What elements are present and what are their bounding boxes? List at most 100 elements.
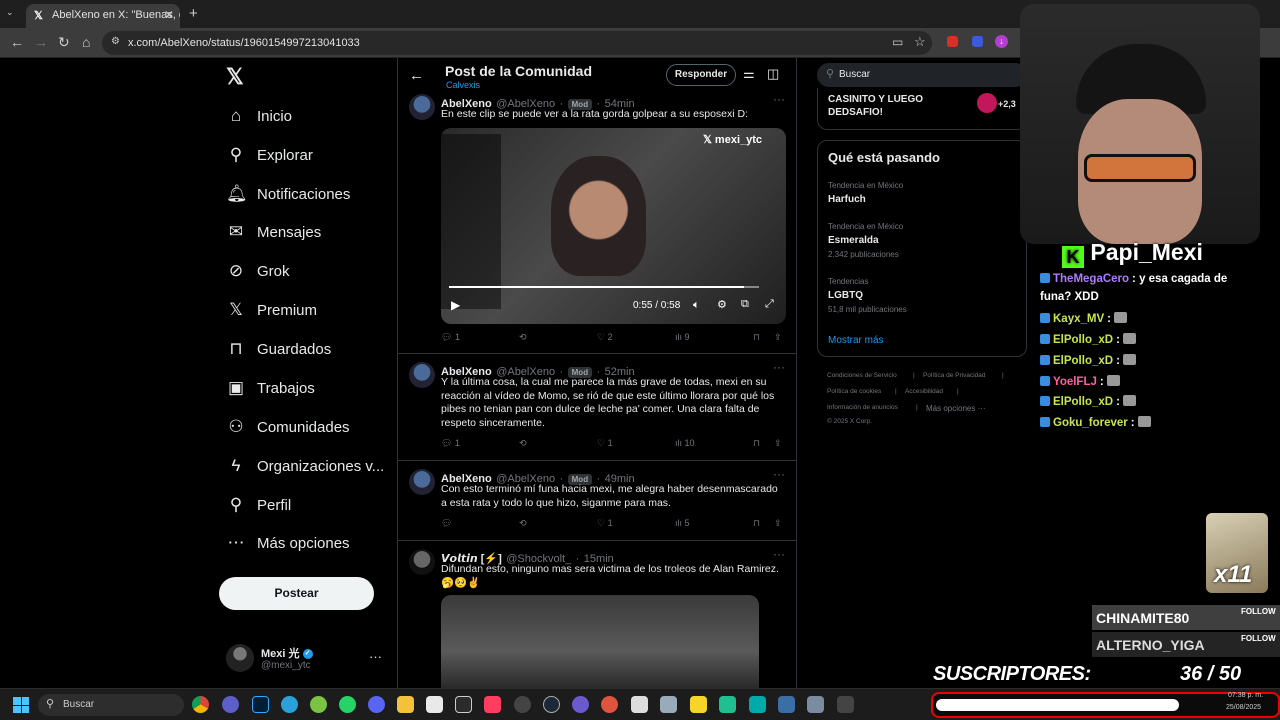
- volume-icon[interactable]: 🔈︎: [693, 299, 700, 312]
- taskbar-app-icon[interactable]: [514, 696, 531, 713]
- home-button-icon[interactable]: ⌂: [82, 34, 90, 50]
- taskbar-app-icon[interactable]: [631, 696, 648, 713]
- reload-icon[interactable]: ↻: [58, 34, 70, 51]
- chat-username[interactable]: TheMegaCero: [1053, 273, 1129, 285]
- footer-accessibility[interactable]: Accesibilidad: [905, 388, 943, 395]
- chat-username[interactable]: ElPollo_xD: [1053, 396, 1113, 408]
- bookmark-action[interactable]: ⊓: [753, 518, 760, 529]
- post-media-image[interactable]: [441, 595, 759, 688]
- photoshop-icon[interactable]: [252, 696, 269, 713]
- chat-username[interactable]: ElPollo_xD: [1053, 355, 1113, 367]
- taskbar-app-icon[interactable]: [222, 696, 239, 713]
- reply-action[interactable]: 💬︎: [441, 518, 452, 529]
- views-action[interactable]: ılı 5: [675, 518, 690, 528]
- bookmark-star-icon[interactable]: ☆: [914, 34, 926, 50]
- taskbar-app-icon[interactable]: [660, 696, 677, 713]
- telegram-icon[interactable]: [281, 696, 298, 713]
- close-tab-icon[interactable]: ✕: [164, 8, 174, 22]
- taskbar-app-icon[interactable]: [484, 696, 501, 713]
- show-more-link[interactable]: Mostrar más: [828, 335, 884, 346]
- x-logo-icon[interactable]: 𝕏: [226, 64, 244, 90]
- discord-icon[interactable]: [368, 696, 385, 713]
- author-avatar[interactable]: [409, 549, 435, 575]
- taskbar-app-icon[interactable]: [749, 696, 766, 713]
- taskbar-app-icon[interactable]: [837, 696, 854, 713]
- taskbar-app-icon[interactable]: [426, 696, 443, 713]
- play-icon[interactable]: ▶: [451, 298, 460, 312]
- bookmark-action[interactable]: ⊓: [753, 438, 760, 449]
- post-more-icon[interactable]: ···: [773, 92, 785, 106]
- chat-username[interactable]: Goku_forever: [1053, 417, 1128, 429]
- columns-icon[interactable]: ◫: [767, 66, 779, 82]
- whatsapp-icon[interactable]: [339, 696, 356, 713]
- share-action[interactable]: ⇪: [774, 332, 782, 343]
- pip-icon[interactable]: ⧉: [741, 298, 749, 311]
- post-item[interactable]: AbelXeno @AbelXeno · Mod · 52min ··· Y l…: [398, 354, 796, 461]
- community-link[interactable]: Calvexis: [446, 80, 480, 90]
- promo-card[interactable]: CASINITO Y LUEGO DEDSAFIO! +2,3: [817, 88, 1027, 130]
- post-item[interactable]: AbelXeno @AbelXeno · Mod · 49min ··· Con…: [398, 461, 796, 541]
- footer-terms[interactable]: Condiciones de Servicio: [827, 372, 897, 379]
- video-progress-track[interactable]: [449, 286, 759, 288]
- footer-more[interactable]: Más opciones ···: [926, 404, 986, 413]
- post-more-icon[interactable]: ···: [773, 467, 785, 481]
- install-app-icon[interactable]: ▭: [892, 35, 903, 49]
- footer-ads[interactable]: Información de anuncios: [827, 404, 898, 411]
- reply-action[interactable]: 💬︎ 1: [441, 332, 460, 343]
- reply-action[interactable]: 💬︎ 1: [441, 438, 460, 449]
- extension-blue-icon[interactable]: [972, 36, 983, 47]
- search-box[interactable]: ⚲ Buscar: [817, 63, 1027, 87]
- post-item[interactable]: AbelXeno @AbelXeno · Mod · 54min ··· En …: [398, 90, 796, 354]
- trend-item[interactable]: Tendencia en México Harfuch: [828, 181, 1018, 205]
- trend-item[interactable]: Tendencias LGBTQ 51,8 mil publicaciones: [828, 277, 1018, 314]
- repost-action[interactable]: ⟲: [519, 438, 527, 449]
- footer-cookies[interactable]: Política de cookies: [827, 388, 881, 395]
- share-action[interactable]: ⇪: [774, 518, 782, 529]
- filter-icon[interactable]: ⚌: [743, 66, 755, 82]
- video-player[interactable]: 𝕏 mexi_ytc ▶ 0:55 / 0:58 🔈︎ ⚙ ⧉ ⤢: [441, 128, 786, 324]
- account-more-icon[interactable]: ···: [369, 649, 382, 664]
- like-action[interactable]: ♡ 1: [597, 438, 613, 449]
- author-avatar[interactable]: [409, 362, 435, 388]
- clock-date[interactable]: 25/08/2025: [1226, 704, 1261, 711]
- browser-tab[interactable]: 𝕏 AbelXeno en X: "Buenas, q ✕: [26, 4, 180, 28]
- back-icon[interactable]: ←: [10, 34, 24, 50]
- chrome-icon[interactable]: [192, 696, 209, 713]
- like-action[interactable]: ♡ 2: [597, 332, 613, 343]
- sticky-notes-icon[interactable]: [690, 696, 707, 713]
- site-info-icon[interactable]: ⚙: [111, 36, 120, 47]
- repost-action[interactable]: ⟲: [519, 518, 527, 529]
- post-button[interactable]: Postear: [219, 577, 374, 610]
- settings-icon[interactable]: ⚙: [717, 298, 727, 311]
- author-avatar[interactable]: [409, 469, 435, 495]
- windows-start-icon[interactable]: [13, 697, 29, 713]
- views-action[interactable]: ılı 9: [675, 332, 690, 342]
- taskbar-app-icon[interactable]: [455, 696, 472, 713]
- views-action[interactable]: ılı 10: [675, 438, 695, 448]
- taskbar-app-icon[interactable]: [807, 696, 824, 713]
- fullscreen-icon[interactable]: ⤢: [765, 298, 774, 311]
- extension-red-icon[interactable]: [947, 36, 958, 47]
- reply-button[interactable]: Responder: [666, 64, 736, 86]
- trend-item[interactable]: Tendencia en México Esmeralda 2.342 publ…: [828, 222, 1018, 259]
- tab-list-button[interactable]: ⌄: [6, 7, 20, 21]
- clock-time[interactable]: 07:38 p. m.: [1228, 692, 1263, 699]
- post-more-icon[interactable]: ···: [773, 360, 785, 374]
- post-item[interactable]: 𝙑𝙤𝙡𝙩𝙞𝙣 [⚡] @Shockvolt_ · 15min ··· Difun…: [398, 541, 796, 688]
- forward-icon[interactable]: →: [34, 34, 48, 50]
- taskbar-app-icon[interactable]: [601, 696, 618, 713]
- account-switcher[interactable]: Mexi 光 ✓ @mexi_ytc ···: [226, 643, 386, 675]
- like-action[interactable]: ♡ 1: [597, 518, 613, 529]
- file-explorer-icon[interactable]: [397, 696, 414, 713]
- chat-username[interactable]: Kayx_MV: [1053, 313, 1104, 325]
- new-tab-button[interactable]: +: [189, 5, 198, 22]
- chat-username[interactable]: YoelFLJ: [1053, 376, 1097, 388]
- share-action[interactable]: ⇪: [774, 438, 782, 449]
- taskbar-app-icon[interactable]: [310, 696, 327, 713]
- taskbar-app-icon[interactable]: [778, 696, 795, 713]
- taskbar-search[interactable]: ⚲ Buscar: [38, 694, 184, 716]
- bookmark-action[interactable]: ⊓: [753, 332, 760, 343]
- author-avatar[interactable]: [409, 94, 435, 120]
- taskbar-app-icon[interactable]: [719, 696, 736, 713]
- steam-icon[interactable]: [543, 696, 560, 713]
